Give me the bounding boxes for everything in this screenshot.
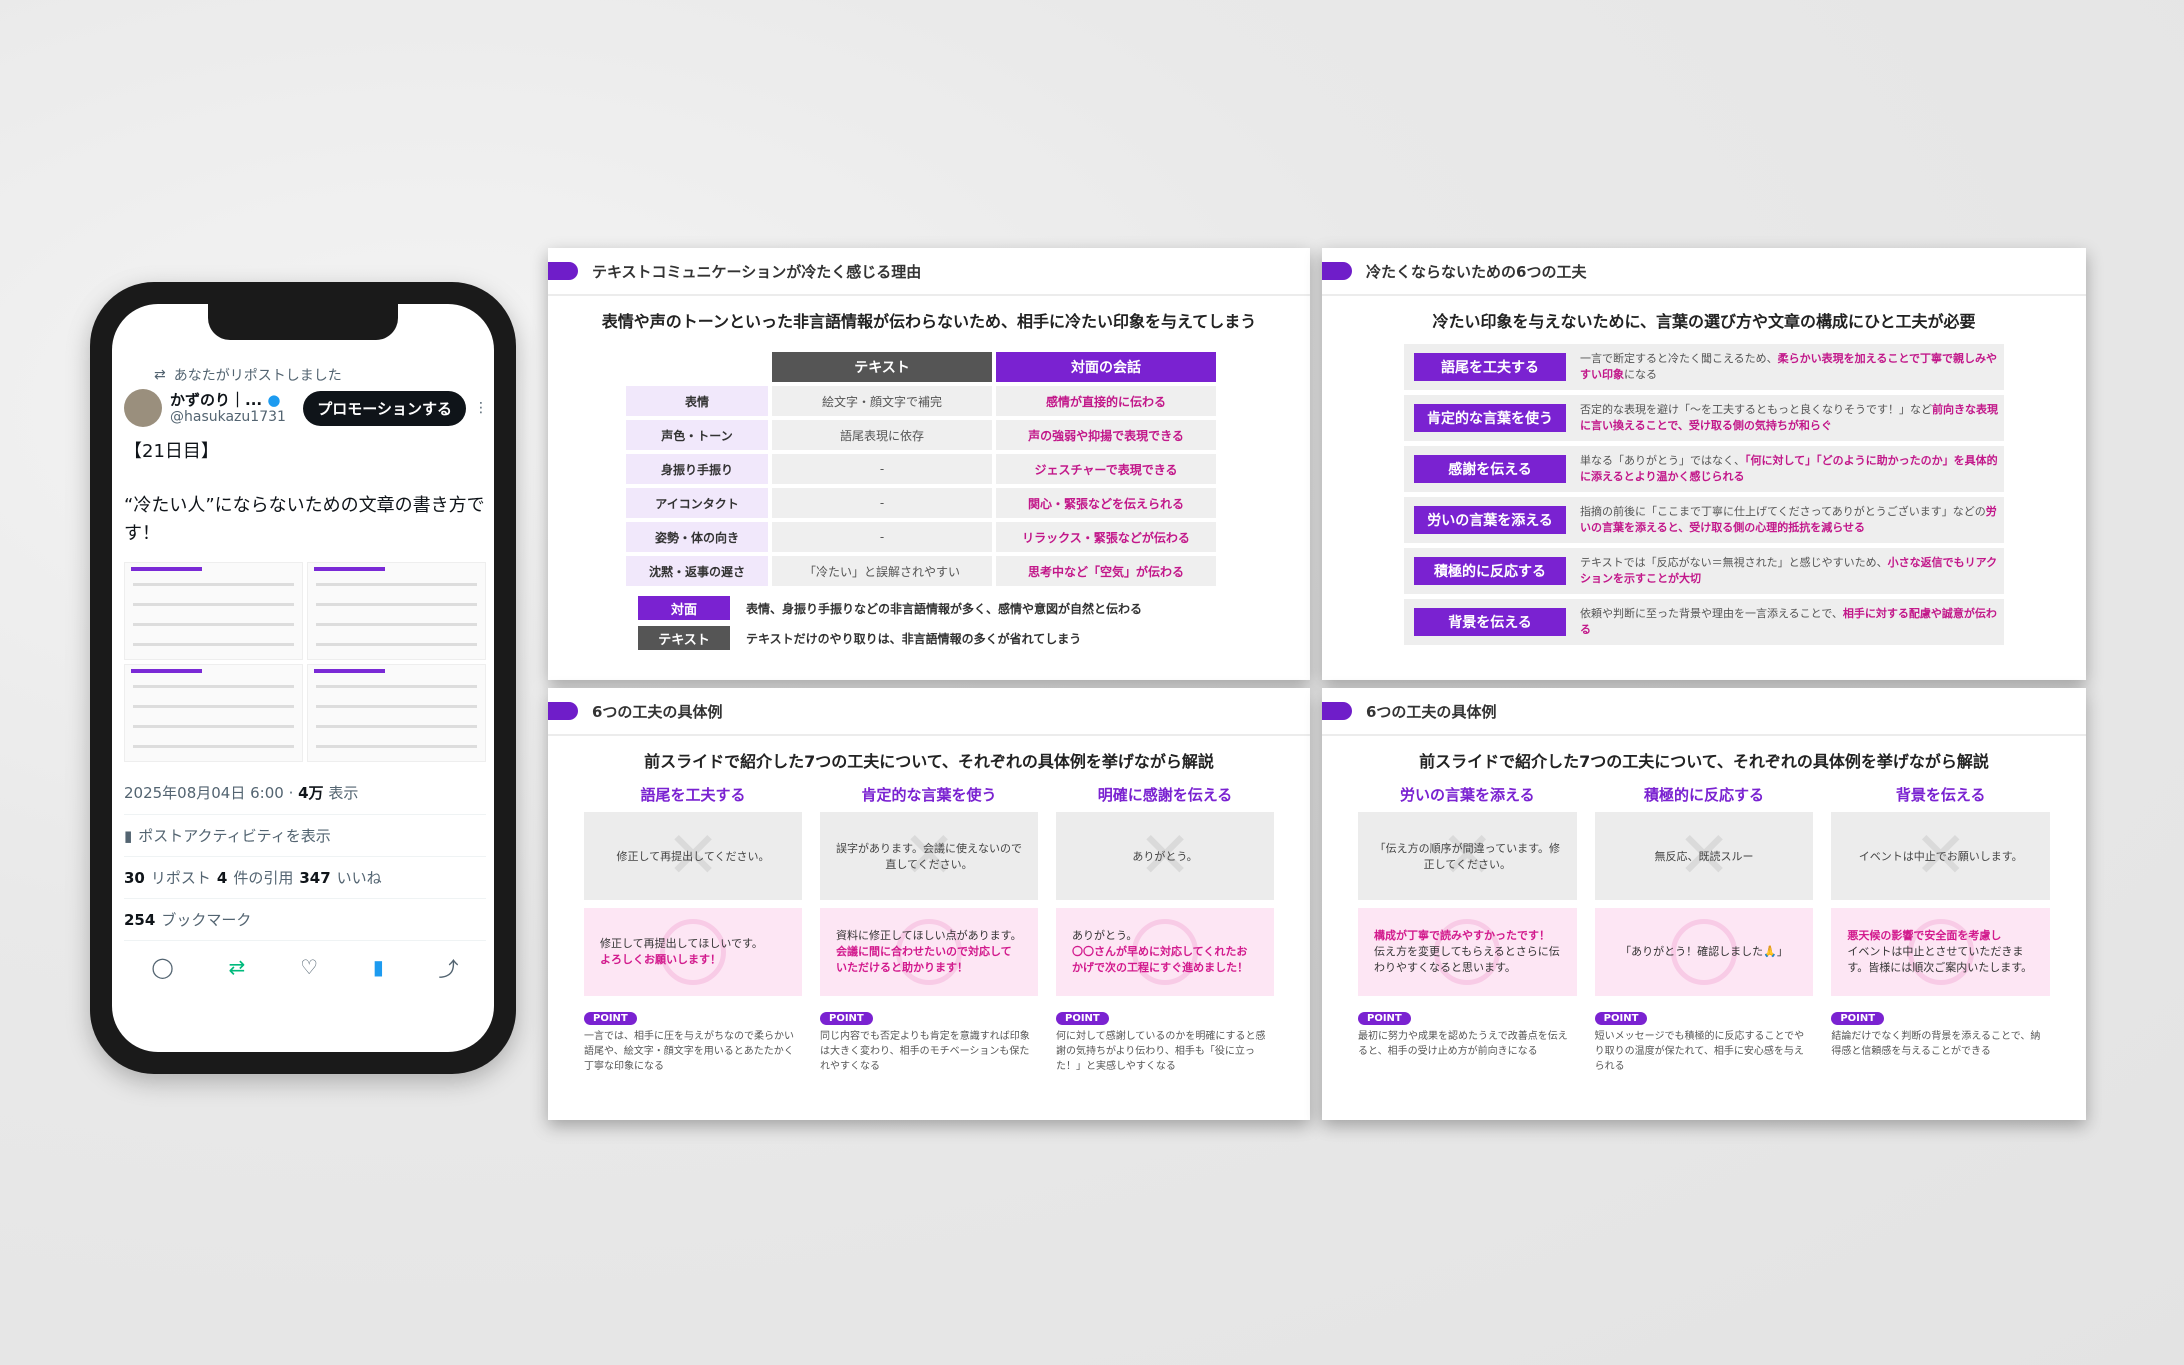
tweet-text: 【21日目】 “冷たい人”にならないための文章の書き方です！	[124, 441, 485, 544]
bad-example: 誤字があります。会議に使えないので直してください。	[820, 812, 1038, 900]
retweet-icon[interactable]: ⇄	[229, 955, 246, 979]
tweet-image-thumbnail[interactable]	[124, 664, 303, 762]
user-name[interactable]: かずのり｜... ●	[170, 391, 286, 409]
avatar[interactable]	[124, 389, 162, 427]
point-badge: POINT	[1358, 1012, 1411, 1025]
tip-item: 語尾を工夫する 一言で断定すると冷たく聞こえるため、柔らかい表現を加えることで丁寧…	[1404, 344, 2004, 390]
smartphone-mockup: ⇄ あなたがリポストしました かずのり｜... ● @hasukazu1731 …	[90, 282, 516, 1074]
slide-title: テキストコミュニケーションが冷たく感じる理由	[592, 262, 922, 281]
phone-notch	[208, 304, 398, 340]
tip-item: 感謝を伝える 単なる「ありがとう」ではなく、「何に対して」「どのように助かったのか…	[1404, 446, 2004, 492]
repost-notice: ⇄ あなたがリポストしました	[154, 367, 342, 384]
example-column: 積極的に反応する無反応、既読スルー「ありがとう！確認しました🙏」POINT短いメ…	[1594, 784, 1814, 1074]
slide-reasons-cold: テキストコミュニケーションが冷たく感じる理由 表情や声のトーンといった非言語情報…	[548, 248, 1310, 680]
tip-item: 背景を伝える 依頼や判断に至った背景や理由を一言添えることで、相手に対する配慮や誠…	[1404, 599, 2004, 645]
example-column: 労いの言葉を添える「伝え方の順序が間違っています。修正してください。構成が丁寧で…	[1358, 784, 1577, 1074]
bad-example: 「伝え方の順序が間違っています。修正してください。	[1358, 812, 1577, 900]
bookmark-count: 254 ブックマーク	[124, 899, 486, 941]
tweet: ⇄ あなたがリポストしました かずのり｜... ● @hasukazu1731 …	[124, 364, 488, 993]
example-column: 語尾を工夫する修正して再提出してください。修正して再提出してほしいです。よろしく…	[584, 784, 802, 1074]
engagement-counts: 30 リポスト 4 件の引用 347 いいね	[124, 857, 486, 899]
table-row: 表情 絵文字・顔文字で補完 感情が直接的に伝わる	[626, 386, 1216, 416]
slide-subtitle: 前スライドで紹介した7つの工夫について、それぞれの具体例を挙げながら解説	[644, 752, 1214, 771]
good-example: ありがとう。 〇〇さんが早めに対応してくれたおかげで次の工程にすぐ進めました！	[1056, 908, 1274, 996]
point-badge: POINT	[584, 1012, 637, 1025]
slide-examples-1: 6つの工夫の具体例 前スライドで紹介した7つの工夫について、それぞれの具体例を挙…	[548, 688, 1310, 1120]
point-badge: POINT	[1056, 1012, 1109, 1025]
tip-item: 積極的に反応する テキストでは「反応がない＝無視された」と感じやすいため、小さな返…	[1404, 548, 2004, 594]
slide-tab-marker	[1322, 262, 1352, 280]
promote-button[interactable]: プロモーションする	[303, 390, 466, 426]
table-row: 姿勢・体の向き - リラックス・緊張などが伝わる	[626, 522, 1216, 552]
tweet-user-row: かずのり｜... ● @hasukazu1731 プロモーションする ⋮	[124, 386, 488, 430]
tweet-meta: 2025年08月04日 6:00 · 4万 表示	[124, 784, 359, 802]
good-example: 構成が丁寧で読みやすかったです！ 伝え方を変更してもらえるとさらに伝わりやすくなる…	[1358, 908, 1577, 996]
user-handle[interactable]: @hasukazu1731	[170, 409, 286, 426]
verified-icon: ●	[267, 390, 281, 409]
table-header-face: 対面の会話	[996, 352, 1216, 382]
tweet-image-thumbnail[interactable]	[124, 562, 303, 660]
slide-six-tips: 冷たくならないための6つの工夫 冷たい印象を与えないために、言葉の選び方や文章の…	[1322, 248, 2086, 680]
bad-example: イベントは中止でお願いします。	[1831, 812, 2051, 900]
good-example: 悪天候の影響で安全面を考慮し イベントは中止とさせていただきます。皆様には順次ご案…	[1831, 908, 2051, 996]
table-row: 身振り手振り - ジェスチャーで表現できる	[626, 454, 1216, 484]
like-icon[interactable]: ♡	[300, 955, 318, 979]
bar-chart-icon: ▮	[124, 826, 133, 845]
table-row: 沈黙・返事の遅さ 「冷たい」と誤解されやすい 思考中など「空気」が伝わる	[626, 556, 1216, 586]
good-example: 資料に修正してほしい点があります。 会議に間に合わせたいので対応していただけると助…	[820, 908, 1038, 996]
tweet-image-thumbnail[interactable]	[307, 664, 486, 762]
point-badge: POINT	[1594, 1012, 1648, 1025]
tweet-images[interactable]	[124, 562, 486, 762]
point-badge: POINT	[1831, 1012, 1885, 1025]
tweet-image-thumbnail[interactable]	[307, 562, 486, 660]
legend-text: テキスト テキストだけのやり取りは、非言語情報の多くが省れてしまう	[638, 626, 1081, 650]
slide-tab-marker	[548, 262, 578, 280]
table-row: 声色・トーン 語尾表現に依存 声の強弱や抑揚で表現できる	[626, 420, 1216, 450]
bookmark-icon[interactable]: ▮	[373, 955, 384, 979]
example-column: 肯定的な言葉を使う誤字があります。会議に使えないので直してください。資料に修正し…	[820, 784, 1038, 1074]
table-header-text: テキスト	[772, 352, 992, 382]
slide-tab-marker	[548, 702, 578, 720]
repost-icon: ⇄	[154, 367, 166, 383]
phone-screen: ⇄ あなたがリポストしました かずのり｜... ● @hasukazu1731 …	[112, 304, 494, 1052]
reply-icon[interactable]: ◯	[151, 955, 173, 979]
slide-title: 6つの工夫の具体例	[592, 702, 723, 721]
comparison-table: テキスト 対面の会話 表情 絵文字・顔文字で補完 感情が直接的に伝わる 声色・トーン語…	[622, 348, 1220, 590]
tip-list: 語尾を工夫する 一言で断定すると冷たく聞こえるため、柔らかい表現を加えることで丁寧…	[1404, 344, 2004, 650]
more-icon[interactable]: ⋮	[474, 400, 488, 416]
slide-title: 6つの工夫の具体例	[1366, 702, 1497, 721]
tip-item: 肯定的な言葉を使う 否定的な表現を避け「〜を工夫するともっと良くなりそうです！」な…	[1404, 395, 2004, 441]
share-icon[interactable]: ⤴	[439, 953, 459, 982]
slide-subtitle: 前スライドで紹介した7つの工夫について、それぞれの具体例を挙げながら解説	[1419, 752, 1989, 771]
example-column: 背景を伝えるイベントは中止でお願いします。悪天候の影響で安全面を考慮しイベントは…	[1831, 784, 2051, 1074]
bad-example: 無反応、既読スルー	[1594, 812, 1814, 900]
bad-example: 修正して再提出してください。	[584, 812, 802, 900]
point-badge: POINT	[820, 1012, 873, 1025]
slide-subtitle: 表情や声のトーンといった非言語情報が伝わらないため、相手に冷たい印象を与えてしま…	[601, 312, 1257, 331]
legend-face: 対面 表情、身振り手振りなどの非言語情報が多く、感情や意図が自然と伝わる	[638, 596, 1142, 620]
example-column: 明確に感謝を伝えるありがとう。ありがとう。〇〇さんが早めに対応してくれたおかげで…	[1056, 784, 1274, 1074]
table-row: アイコンタクト - 関心・緊張などを伝えられる	[626, 488, 1216, 518]
tweet-action-bar: ◯ ⇄ ♡ ▮ ⤴	[124, 941, 486, 993]
bad-example: ありがとう。	[1056, 812, 1274, 900]
tip-item: 労いの言葉を添える 指摘の前後に「ここまで丁寧に仕上げてくださってありがとうござい…	[1404, 497, 2004, 543]
slide-tab-marker	[1322, 702, 1352, 720]
good-example: 修正して再提出してほしいです。 よろしくお願いします！	[584, 908, 802, 996]
slide-examples-2: 6つの工夫の具体例 前スライドで紹介した7つの工夫について、それぞれの具体例を挙…	[1322, 688, 2086, 1120]
slide-subtitle: 冷たい印象を与えないために、言葉の選び方や文章の構成にひと工夫が必要	[1432, 312, 1976, 331]
slide-title: 冷たくならないための6つの工夫	[1366, 262, 1587, 281]
post-activity-link[interactable]: ▮ ポストアクティビティを表示	[124, 815, 486, 857]
good-example: 「ありがとう！確認しました🙏」	[1594, 908, 1814, 996]
